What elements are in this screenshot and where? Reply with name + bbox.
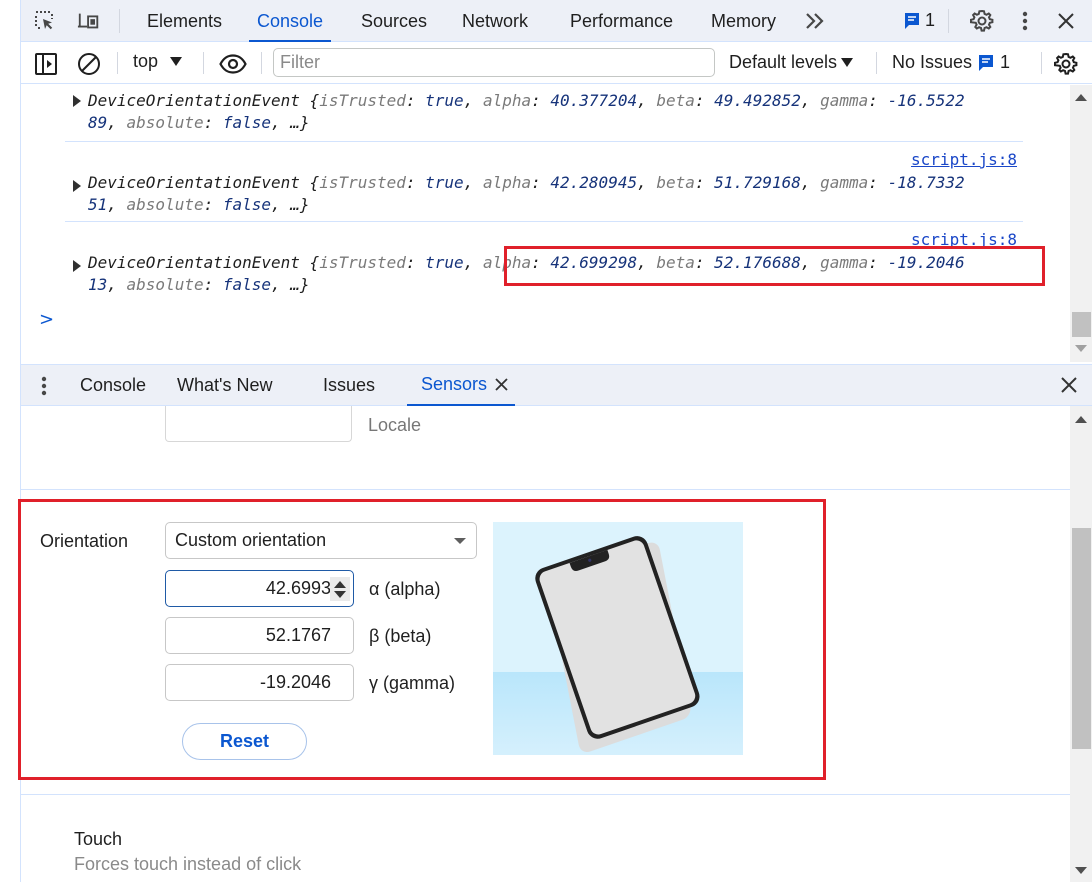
divider — [119, 9, 120, 33]
inspect-element-icon[interactable] — [33, 9, 57, 33]
divider — [117, 52, 118, 74]
touch-description: Forces touch instead of click — [74, 854, 302, 874]
expand-triangle-icon[interactable] — [73, 260, 81, 272]
drawer-tab-issues[interactable]: Issues — [323, 365, 375, 406]
section-divider — [21, 794, 1070, 795]
event-name: DeviceOrientationEvent — [88, 173, 300, 192]
console-log: script.js:8 DeviceOrientationEvent {isTr… — [21, 85, 1070, 362]
sensors-scrollbar[interactable] — [1070, 406, 1092, 882]
issues-count: 1 — [1000, 52, 1011, 72]
section-divider — [21, 489, 1070, 490]
messages-count: 1 — [925, 10, 936, 30]
tab-sources[interactable]: Sources — [361, 0, 427, 42]
live-expression-eye-icon[interactable] — [218, 51, 248, 77]
console-toolbar: top Default levels No Issues 1 — [21, 42, 1092, 84]
device-toolbar-icon[interactable] — [77, 9, 101, 33]
highlight-box — [504, 246, 1045, 286]
console-prompt-icon[interactable]: > — [39, 309, 54, 330]
drawer-tab-whats-new[interactable]: What's New — [177, 365, 272, 406]
drawer-tabbar: Console What's New Issues Sensors — [21, 364, 1092, 406]
event-name: DeviceOrientationEvent — [88, 253, 300, 272]
beta-value: 51.729168 — [714, 173, 801, 192]
clear-console-icon[interactable] — [76, 51, 102, 77]
dropdown-caret-icon — [170, 57, 183, 66]
filter-input[interactable] — [273, 48, 715, 77]
close-devtools-icon[interactable] — [1054, 9, 1078, 33]
expand-triangle-icon[interactable] — [73, 180, 81, 192]
issues-label: No Issues — [892, 52, 973, 72]
console-settings-gear-icon[interactable] — [1053, 51, 1079, 77]
show-sidebar-icon[interactable] — [33, 51, 59, 77]
drawer-tab-sensors-label: Sensors — [421, 374, 488, 394]
close-drawer-icon[interactable] — [1060, 376, 1078, 399]
highlight-box — [18, 499, 826, 780]
close-tab-icon[interactable] — [495, 378, 508, 391]
settings-gear-icon[interactable] — [970, 9, 994, 33]
alpha-value: 42.280945 — [550, 173, 638, 192]
divider — [261, 52, 262, 74]
tab-network[interactable]: Network — [462, 0, 528, 42]
console-message: script.js:8 DeviceOrientationEvent {isTr… — [65, 85, 1023, 142]
console-scrollbar[interactable] — [1070, 85, 1092, 362]
context-value: top — [133, 51, 159, 71]
log-levels-label: Default levels — [729, 52, 838, 72]
scroll-up-icon[interactable] — [1075, 416, 1087, 423]
gamma-value-cont: 51 — [88, 195, 108, 214]
messages-badge[interactable]: 1 — [904, 10, 935, 31]
more-options-icon[interactable] — [1013, 9, 1037, 33]
message-icon — [979, 54, 994, 71]
scrollbar-thumb[interactable] — [1072, 528, 1091, 749]
expand-triangle-icon[interactable] — [73, 95, 81, 107]
scroll-up-icon[interactable] — [1075, 94, 1087, 101]
dropdown-caret-icon — [841, 58, 854, 67]
tab-memory[interactable]: Memory — [711, 0, 776, 42]
divider — [876, 52, 877, 74]
divider — [1041, 52, 1042, 74]
event-name: DeviceOrientationEvent — [88, 91, 300, 110]
drawer-tab-console[interactable]: Console — [80, 365, 146, 406]
issues-counter[interactable]: No Issues 1 — [892, 52, 1010, 73]
scrollbar-thumb[interactable] — [1072, 312, 1091, 337]
absolute-value: false — [222, 113, 272, 132]
devtools-main-tabbar: Elements Console Sources Network Perform… — [21, 0, 1092, 42]
absolute-value: false — [222, 275, 272, 294]
drawer-menu-icon[interactable] — [41, 376, 47, 401]
more-tabs-icon[interactable] — [803, 9, 827, 33]
divider — [948, 9, 949, 33]
tab-performance[interactable]: Performance — [570, 0, 673, 42]
gamma-value: -18.7332 — [887, 173, 965, 192]
console-message: script.js:8 DeviceOrientationEvent {isTr… — [65, 142, 1023, 222]
drawer-tab-sensors[interactable]: Sensors — [407, 365, 516, 406]
scroll-down-icon[interactable] — [1075, 867, 1087, 874]
locale-label: Locale — [368, 415, 422, 435]
gamma-value: -16.5522 — [887, 91, 965, 110]
message-icon — [905, 12, 919, 29]
absolute-value: false — [222, 195, 272, 214]
tab-console[interactable]: Console — [249, 0, 332, 42]
context-selector[interactable]: top — [133, 51, 183, 72]
is-trusted-value: true — [425, 173, 464, 192]
source-link[interactable]: script.js:8 — [911, 149, 1017, 171]
beta-value: 49.492852 — [714, 91, 801, 110]
gamma-value-cont: 13 — [88, 275, 108, 294]
is-trusted-value: true — [425, 91, 464, 110]
tab-elements[interactable]: Elements — [147, 0, 222, 42]
log-levels-dropdown[interactable]: Default levels — [729, 52, 854, 73]
locale-input[interactable] — [165, 406, 352, 442]
alpha-value: 40.377204 — [550, 91, 638, 110]
divider — [203, 52, 204, 74]
scroll-down-icon[interactable] — [1075, 345, 1087, 352]
gamma-value-cont: 89 — [88, 113, 108, 132]
is-trusted-value: true — [425, 253, 464, 272]
touch-title: Touch — [74, 829, 123, 849]
source-link[interactable]: script.js:8 — [911, 85, 1017, 87]
